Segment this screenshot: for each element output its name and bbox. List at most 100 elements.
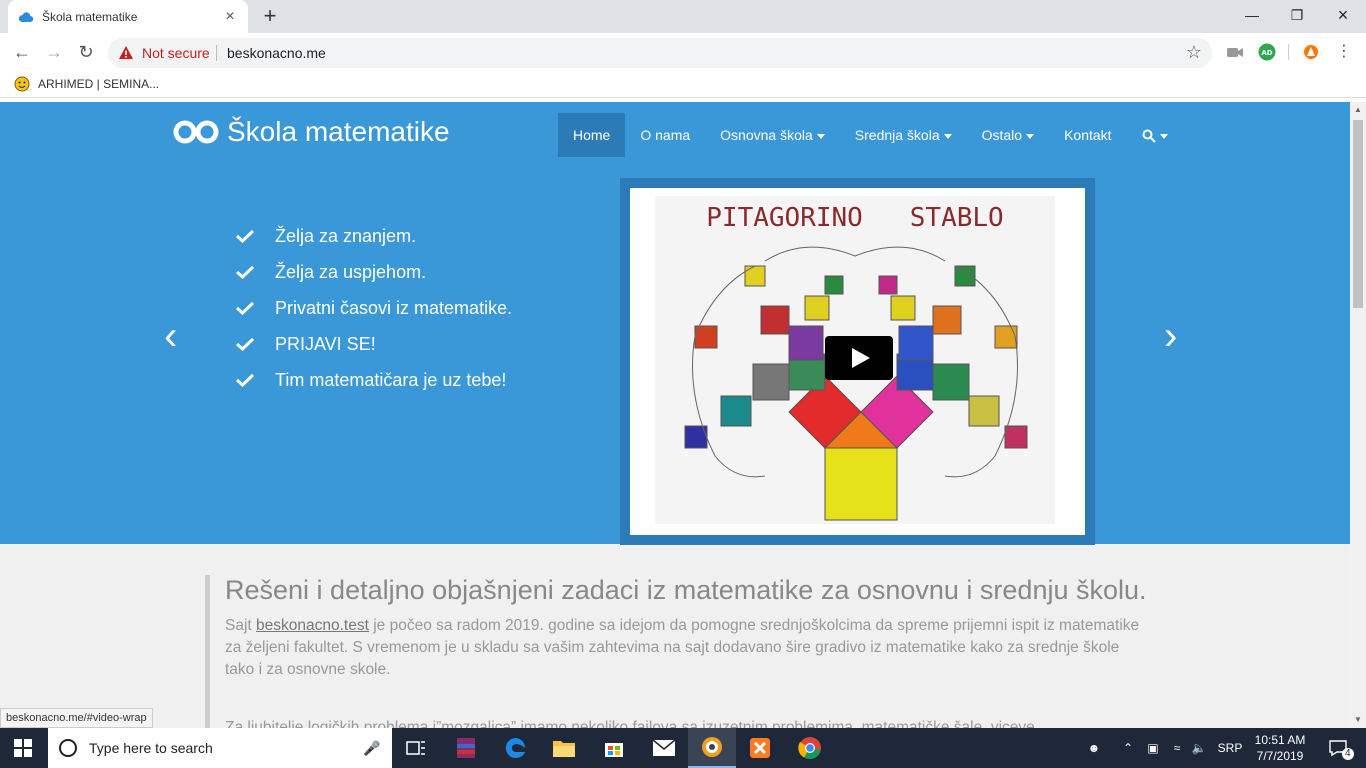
address-bar[interactable]: Not secure beskonacno.me ☆ xyxy=(108,38,1212,68)
chevron-up-icon[interactable]: ⌃ xyxy=(1116,728,1140,768)
adblock-extension-icon[interactable]: AD xyxy=(1258,43,1276,61)
battery-icon[interactable]: ▣ xyxy=(1142,728,1164,768)
forward-button[interactable]: → xyxy=(42,40,66,64)
people-icon[interactable]: ☻ xyxy=(1080,728,1108,768)
omnibox-divider xyxy=(216,45,217,61)
site-title: Škola matematike xyxy=(227,116,450,147)
scroll-up-icon[interactable]: ▲ xyxy=(1350,102,1366,118)
site-brand[interactable]: Škola matematike xyxy=(173,116,450,148)
avast-extension-icon[interactable] xyxy=(1302,43,1320,61)
list-item: Tim matematičara je uz tebe! xyxy=(236,362,512,398)
bookmark-star-icon[interactable]: ☆ xyxy=(1186,42,1202,63)
nav-osnovna-skola[interactable]: Osnovna škola xyxy=(705,113,840,157)
cloud-icon xyxy=(18,11,34,22)
new-tab-button[interactable]: + xyxy=(258,4,282,28)
nav-kontakt-label: Kontakt xyxy=(1064,127,1112,143)
task-view-icon[interactable] xyxy=(392,728,440,768)
url-text[interactable]: beskonacno.me xyxy=(227,45,326,61)
nav-home-label: Home xyxy=(573,127,611,143)
search-placeholder: Type here to search xyxy=(89,740,213,756)
back-button[interactable]: ← xyxy=(10,40,34,64)
volume-icon[interactable]: 🔈 xyxy=(1188,728,1210,768)
caret-down-icon xyxy=(943,133,952,139)
nav-ostalo-label: Ostalo xyxy=(981,127,1023,143)
taskbar-search[interactable]: Type here to search 🎤 xyxy=(48,728,392,768)
camera-icon[interactable] xyxy=(1226,43,1244,61)
article-paragraph: Sajt beskonacno.test je počeo sa radom 2… xyxy=(225,615,1145,681)
list-item: Želja za uspjehom. xyxy=(236,254,512,290)
p1-prefix: Sajt xyxy=(225,617,257,634)
video-title-text: PITAGORINO STABLO xyxy=(706,203,1003,233)
language-indicator[interactable]: SRP xyxy=(1212,728,1248,768)
checkmark-icon xyxy=(236,229,254,243)
store-icon[interactable] xyxy=(590,728,638,768)
checkmark-icon xyxy=(236,301,254,315)
checkmark-icon xyxy=(236,337,254,351)
maximize-button[interactable]: ❐ xyxy=(1274,0,1320,30)
taskbar: Type here to search 🎤 ☻ ⌃ ▣ ≈ 🔈 SRP 10:5… xyxy=(0,728,1366,768)
brave-browser-icon[interactable] xyxy=(688,728,736,768)
winrar-icon[interactable] xyxy=(442,728,490,768)
close-window-button[interactable]: × xyxy=(1320,0,1366,30)
minimize-button[interactable]: — xyxy=(1229,0,1275,30)
video-thumbnail[interactable]: PITAGORINO STABLO xyxy=(655,196,1055,524)
nav-search[interactable] xyxy=(1127,113,1183,157)
bookmark-item[interactable]: ARHIMED | SEMINA... xyxy=(14,76,159,92)
feature-text: Privatni časovi iz matematike. xyxy=(275,297,513,318)
tab-strip: Škola matematike × + — ❐ × xyxy=(0,0,1366,33)
site-link[interactable]: beskonacno.test xyxy=(256,617,369,634)
microphone-icon[interactable]: 🎤 xyxy=(360,740,384,757)
page-scrollbar[interactable]: ▲ ▼ xyxy=(1350,102,1366,728)
nav-srednja-skola-label: Srednja škola xyxy=(854,127,940,143)
windows-start-icon[interactable] xyxy=(14,739,32,757)
list-item: PRIJAVI SE! xyxy=(236,326,512,362)
tab-title: Škola matematike xyxy=(42,9,138,24)
main-nav: Home O nama Osnovna škola Srednja škola … xyxy=(558,113,1183,157)
clock-time: 10:51 AM xyxy=(1254,733,1306,747)
nav-o-nama-label: O nama xyxy=(640,127,691,143)
scroll-down-icon[interactable]: ▼ xyxy=(1350,712,1366,728)
bookmarks-bar: ARHIMED | SEMINA... xyxy=(0,71,1366,98)
feature-text: Želja za uspjehom. xyxy=(275,261,427,282)
browser-tab[interactable]: Škola matematike × xyxy=(8,0,248,33)
notification-center-icon[interactable]: 4 xyxy=(1318,728,1358,768)
menu-icon[interactable]: ⋮ xyxy=(1332,40,1356,64)
status-bubble: beskonacno.me/#video-wrap xyxy=(0,708,153,728)
carousel-prev-arrow[interactable]: ‹ xyxy=(164,316,177,356)
xampp-icon[interactable] xyxy=(736,728,784,768)
close-tab-icon[interactable]: × xyxy=(222,8,238,25)
security-label[interactable]: Not secure xyxy=(142,45,210,61)
feature-list: Želja za znanjem. Želja za uspjehom. Pri… xyxy=(236,218,512,398)
nav-home[interactable]: Home xyxy=(558,113,626,157)
infinity-logo-icon xyxy=(173,120,219,144)
cortana-icon xyxy=(59,739,77,757)
system-clock[interactable]: 10:51 AM 7/7/2019 xyxy=(1250,732,1310,764)
wifi-icon[interactable]: ≈ xyxy=(1166,728,1188,768)
page-viewport: Škola matematike Home O nama Osnovna ško… xyxy=(0,102,1350,728)
video-frame: PITAGORINO STABLO xyxy=(620,178,1095,545)
list-item: Privatni časovi iz matematike. xyxy=(236,290,512,326)
bookmark-label: ARHIMED | SEMINA... xyxy=(38,77,160,91)
article-heading: Rešeni i detaljno objašnjeni zadaci iz m… xyxy=(225,575,1147,605)
adblock-badge: AD xyxy=(1261,49,1272,57)
nav-o-nama[interactable]: O nama xyxy=(625,113,705,157)
scroll-thumb[interactable] xyxy=(1353,120,1363,308)
caret-down-icon xyxy=(816,133,825,139)
notification-count: 4 xyxy=(1342,748,1354,760)
article-paragraph-2: Za ljubitelje logičkih problema i”mozgal… xyxy=(225,719,1048,728)
feature-text: PRIJAVI SE! xyxy=(275,333,376,354)
file-explorer-icon[interactable] xyxy=(540,728,588,768)
search-icon xyxy=(1142,129,1156,144)
chrome-icon[interactable] xyxy=(786,728,834,768)
list-item: Želja za znanjem. xyxy=(236,218,512,254)
nav-osnovna-skola-label: Osnovna škola xyxy=(720,127,813,143)
nav-kontakt[interactable]: Kontakt xyxy=(1049,113,1126,157)
caret-down-icon xyxy=(1159,133,1168,139)
reload-button[interactable]: ↻ xyxy=(74,40,98,64)
pythagoras-tree-drawing: PITAGORINO STABLO xyxy=(684,203,1028,521)
mail-icon[interactable] xyxy=(640,728,688,768)
nav-ostalo[interactable]: Ostalo xyxy=(967,113,1049,157)
carousel-next-arrow[interactable]: › xyxy=(1164,316,1177,356)
nav-srednja-skola[interactable]: Srednja škola xyxy=(840,113,967,157)
edge-icon[interactable] xyxy=(492,728,540,768)
